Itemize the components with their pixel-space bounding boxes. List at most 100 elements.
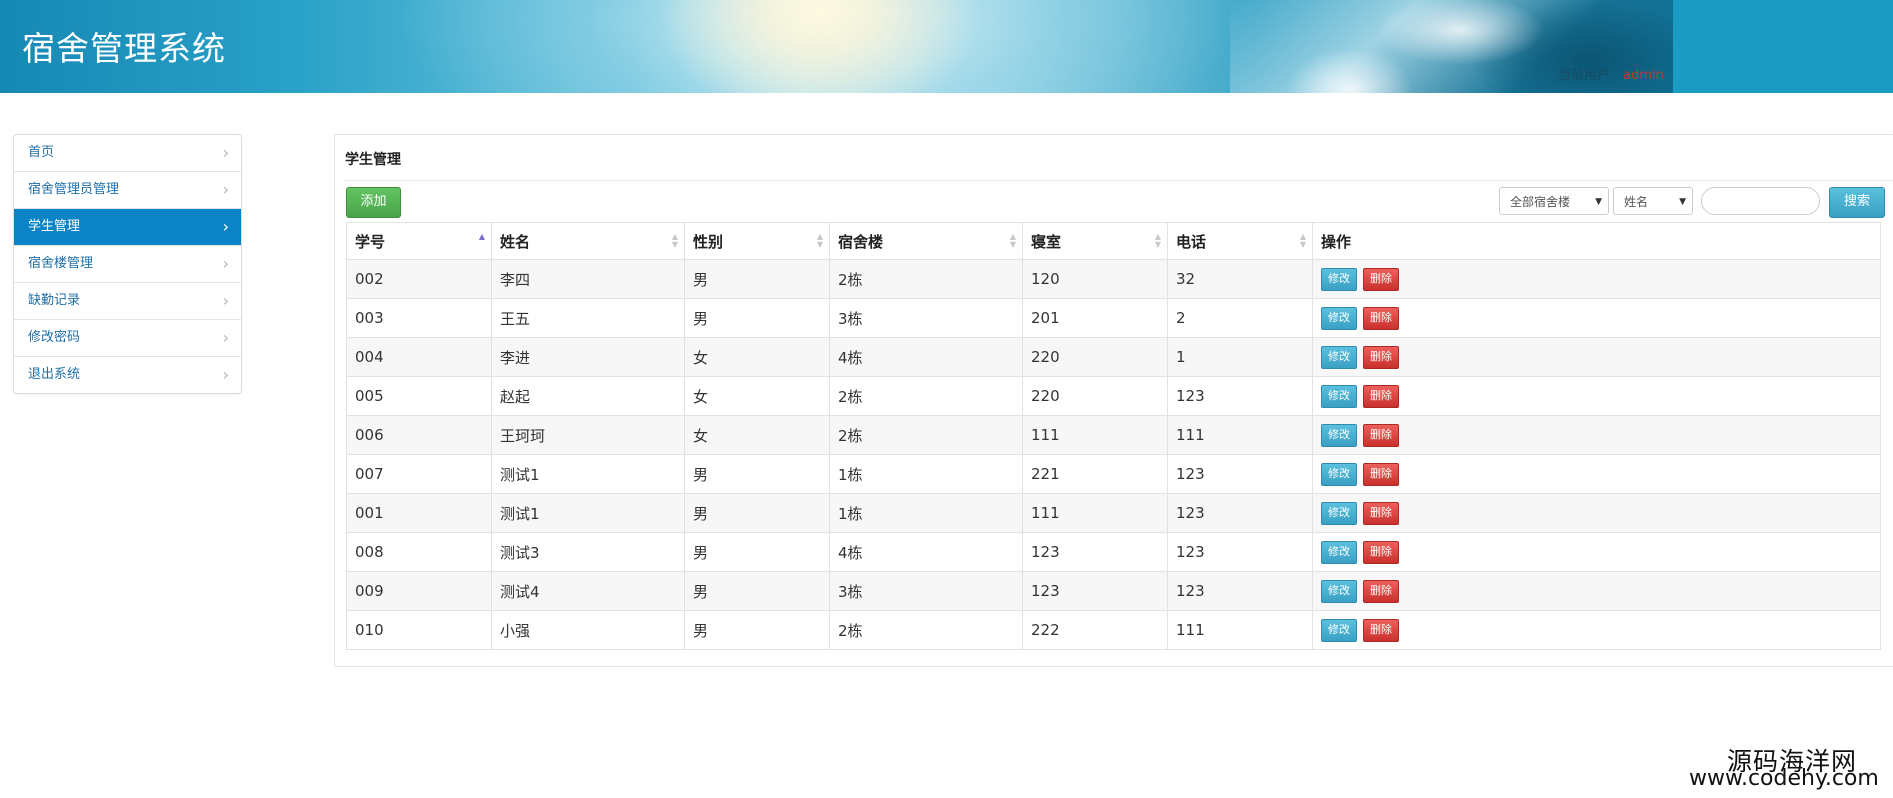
sidebar-item-label: 首页: [28, 145, 55, 160]
sidebar-item-1[interactable]: 宿舍管理员管理 ›: [14, 172, 241, 209]
sort-icon[interactable]: ▲ ▼: [1155, 233, 1161, 249]
column-header-label: 姓名: [500, 232, 531, 251]
building-select[interactable]: 全部宿舍楼 ▼: [1499, 187, 1609, 215]
table-row: 001 测试1 男 1栋 111 123 修改 删除: [346, 493, 1881, 533]
edit-button[interactable]: 修改: [1321, 462, 1357, 486]
table-cell: 2栋: [829, 610, 1023, 650]
edit-button[interactable]: 修改: [1321, 618, 1357, 642]
column-header[interactable]: 学号 ▲: [346, 222, 492, 260]
column-header[interactable]: 宿舍楼 ▲ ▼: [829, 222, 1023, 260]
edit-button[interactable]: 修改: [1321, 501, 1357, 525]
column-header-label: 性别: [693, 232, 724, 251]
table-cell: 009: [346, 571, 492, 611]
table-header-row: 学号 ▲ 姓名 ▲ ▼ 性别 ▲ ▼ 宿舍楼 ▲ ▼ 寝室 ▲ ▼ 电话 ▲ ▼ 操作: [346, 222, 1881, 260]
sidebar-item-label: 退出系统: [28, 367, 81, 382]
table-cell: 测试1: [491, 493, 685, 533]
edit-button[interactable]: 修改: [1321, 540, 1357, 564]
delete-button[interactable]: 删除: [1363, 306, 1399, 330]
table-cell: 测试1: [491, 454, 685, 494]
delete-button[interactable]: 删除: [1363, 384, 1399, 408]
sidebar-item-3[interactable]: 宿舍楼管理 ›: [14, 246, 241, 283]
chevron-right-icon: ›: [222, 180, 229, 199]
table-cell: 201: [1022, 298, 1168, 338]
table-row: 003 王五男 3栋 201 2 修改 删除: [346, 298, 1881, 338]
sidebar-item-2[interactable]: 学生管理 ›: [14, 209, 241, 246]
sort-icon[interactable]: ▲ ▼: [817, 233, 823, 249]
delete-button[interactable]: 删除: [1363, 579, 1399, 603]
table-cell: 王五: [491, 298, 685, 338]
actions-cell: 修改 删除: [1312, 259, 1881, 299]
column-header[interactable]: 寝室 ▲ ▼: [1022, 222, 1168, 260]
edit-button[interactable]: 修改: [1321, 579, 1357, 603]
sidebar-item-4[interactable]: 缺勤记录 ›: [14, 283, 241, 320]
column-header-label: 寝室: [1031, 232, 1062, 251]
table-cell: 3栋: [829, 298, 1023, 338]
table-cell: 2: [1167, 298, 1313, 338]
table-cell: 1栋: [829, 454, 1023, 494]
delete-button[interactable]: 删除: [1363, 540, 1399, 564]
edit-button[interactable]: 修改: [1321, 384, 1357, 408]
table-cell: 男: [684, 259, 830, 299]
sidebar-item-label: 学生管理: [28, 219, 81, 234]
delete-button[interactable]: 删除: [1363, 618, 1399, 642]
sort-icon[interactable]: ▲ ▼: [672, 233, 678, 249]
table-row: 010 小强男 2栋 222 111 修改 删除: [346, 610, 1881, 650]
table-cell: 003: [346, 298, 492, 338]
add-button[interactable]: 添加: [346, 187, 401, 218]
sort-icon[interactable]: ▲: [479, 233, 485, 241]
table-cell: 小强: [491, 610, 685, 650]
sidebar-item-5[interactable]: 修改密码 ›: [14, 320, 241, 357]
column-header[interactable]: 性别 ▲ ▼: [684, 222, 830, 260]
delete-button[interactable]: 删除: [1363, 345, 1399, 369]
delete-button[interactable]: 删除: [1363, 423, 1399, 447]
sidebar-item-0[interactable]: 首页 ›: [14, 135, 241, 172]
edit-button[interactable]: 修改: [1321, 306, 1357, 330]
table-cell: 120: [1022, 259, 1168, 299]
actions-cell: 修改 删除: [1312, 610, 1881, 650]
sort-icon[interactable]: ▲ ▼: [1010, 233, 1016, 249]
table-cell: 2栋: [829, 376, 1023, 416]
table-cell: 004: [346, 337, 492, 377]
delete-button[interactable]: 删除: [1363, 462, 1399, 486]
app-header: 宿舍管理系统 当前用户：admin: [0, 0, 1893, 93]
edit-button[interactable]: 修改: [1321, 423, 1357, 447]
table-cell: 2栋: [829, 259, 1023, 299]
delete-button[interactable]: 删除: [1363, 267, 1399, 291]
sort-icon[interactable]: ▲ ▼: [1300, 233, 1306, 249]
current-user-name[interactable]: admin: [1623, 68, 1664, 83]
search-button[interactable]: 搜索: [1829, 187, 1885, 218]
table-cell: 220: [1022, 376, 1168, 416]
table-cell: 111: [1167, 415, 1313, 455]
table-cell: 王珂珂: [491, 415, 685, 455]
table-cell: 111: [1022, 493, 1168, 533]
column-header[interactable]: 姓名 ▲ ▼: [491, 222, 685, 260]
table-cell: 男: [684, 571, 830, 611]
table-cell: 4栋: [829, 532, 1023, 572]
table-cell: 女: [684, 337, 830, 377]
column-header[interactable]: 操作: [1312, 222, 1881, 260]
table-cell: 男: [684, 454, 830, 494]
table-cell: 123: [1022, 571, 1168, 611]
table-cell: 005: [346, 376, 492, 416]
table-cell: 123: [1167, 376, 1313, 416]
table-cell: 赵起: [491, 376, 685, 416]
search-field-select[interactable]: 姓名 ▼: [1613, 187, 1693, 215]
table-cell: 007: [346, 454, 492, 494]
table-cell: 008: [346, 532, 492, 572]
chevron-right-icon: ›: [222, 217, 229, 236]
column-header[interactable]: 电话 ▲ ▼: [1167, 222, 1313, 260]
table-row: 002 李四男 2栋 120 32 修改 删除: [346, 259, 1881, 299]
sidebar-item-label: 宿舍管理员管理: [28, 182, 120, 197]
sidebar-item-6[interactable]: 退出系统 ›: [14, 357, 241, 393]
chevron-right-icon: ›: [222, 365, 229, 384]
search-input[interactable]: [1701, 187, 1820, 215]
column-header-label: 学号: [355, 232, 386, 251]
edit-button[interactable]: 修改: [1321, 267, 1357, 291]
table-cell: 4栋: [829, 337, 1023, 377]
table-cell: 32: [1167, 259, 1313, 299]
chevron-right-icon: ›: [222, 143, 229, 162]
page-title: 学生管理: [345, 152, 401, 168]
table-row: 005 赵起女 2栋 220 123 修改 删除: [346, 376, 1881, 416]
delete-button[interactable]: 删除: [1363, 501, 1399, 525]
edit-button[interactable]: 修改: [1321, 345, 1357, 369]
